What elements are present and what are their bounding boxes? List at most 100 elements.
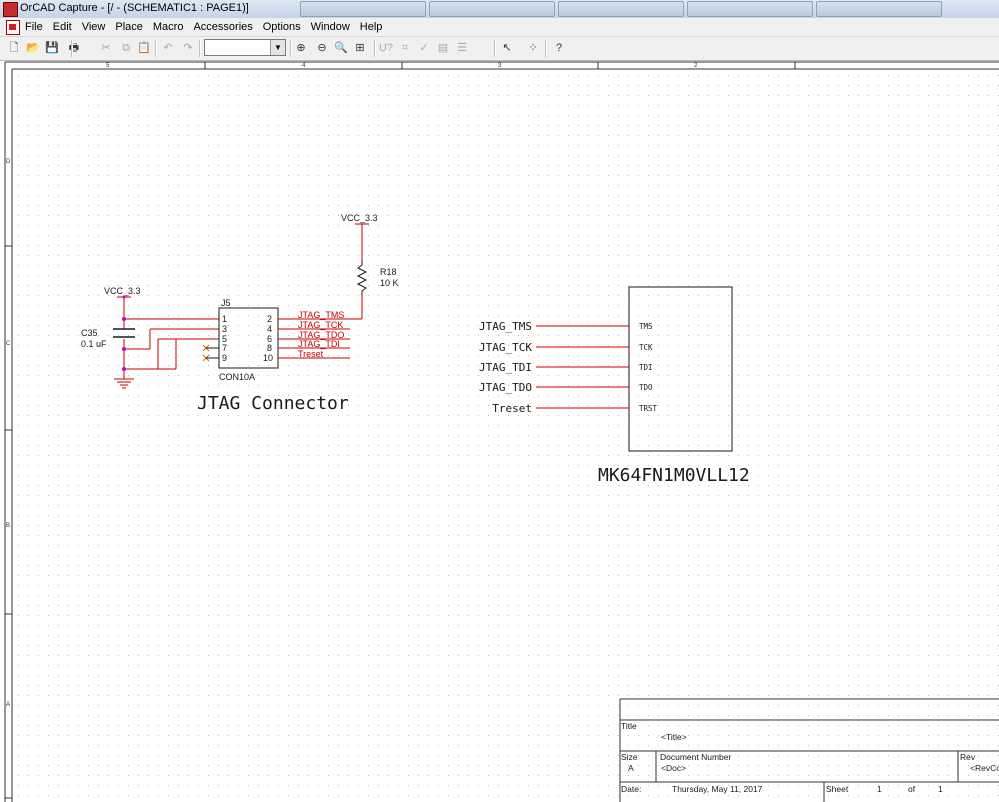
connector-pin-number: 8 [267,343,272,353]
cross-reference-icon[interactable]: ✓ [416,40,432,56]
mcu-pin-name: TDI [639,363,653,372]
resistor-value: 10 K [380,278,399,288]
mcu-part-name: MK64FN1M0VLL12 [598,465,750,486]
rev-label: Rev [960,752,976,762]
browser-tab [558,1,684,17]
connector-ref: J5 [221,298,231,308]
help-icon[interactable]: ? [551,40,567,56]
zoom-in-icon[interactable]: ⊕ [293,40,309,56]
window-title: OrCAD Capture - [/ - (SCHEMATIC1 : PAGE1… [20,2,249,14]
document-number-value: <Doc> [661,763,686,773]
connector-pin-number: 9 [222,353,227,363]
drc-icon[interactable]: ⌗ [397,40,413,56]
of-label: of [908,784,916,794]
toolbar-separator [199,40,201,57]
menu-options[interactable]: Options [258,18,306,36]
connector-pin-number: 2 [267,314,272,324]
toolbar-separator [374,40,376,57]
document-number-label: Document Number [660,752,732,762]
browser-tab [429,1,555,17]
junction-dot [122,367,126,371]
junction-dot [122,317,126,321]
browser-tab [816,1,942,17]
menu-macro[interactable]: Macro [148,18,189,36]
browser-tab [300,1,426,17]
menu-view[interactable]: View [77,18,111,36]
mcu-pin-name: TDO [639,383,653,392]
sheet-value: 1 [877,784,882,794]
net-label[interactable]: JTAG_TMS [298,310,344,320]
schematic-canvas[interactable]: 5 4 3 2 D C B A VCC_3.3 R18 10 K VCC_3.3 [0,61,999,802]
orcad-app-icon[interactable] [3,2,18,17]
size-value: A [628,763,634,773]
sheet-label: Sheet [826,784,849,794]
menu-bar: File Edit View Place Macro Accessories O… [0,18,999,37]
menu-edit[interactable]: Edit [48,18,77,36]
resistor-ref: R18 [380,267,397,277]
zoom-scale-dropdown[interactable]: ▼ [204,39,286,56]
title-value: <Title> [661,732,687,742]
title-label: Title [621,721,637,731]
net-label[interactable]: JTAG_TCK [298,320,343,330]
capacitor-value: 0.1 uF [81,339,107,349]
document-icon[interactable] [6,20,20,35]
copy-icon[interactable]: ⧉ [118,40,134,56]
bom-icon[interactable]: ☰ [454,40,470,56]
browser-tab [687,1,813,17]
grid [12,69,999,802]
zone-label-left: C [6,341,11,347]
schematic-page[interactable]: 5 4 3 2 D C B A VCC_3.3 R18 10 K VCC_3.3 [0,61,999,802]
paste-icon[interactable]: 📋 [136,40,152,56]
menu-file[interactable]: File [20,18,48,36]
junction-dot [122,347,126,351]
open-icon[interactable]: 📂 [25,40,41,56]
zone-label-left: A [6,702,10,708]
size-label: Size [621,752,638,762]
undo-icon[interactable]: ↶ [160,40,176,56]
cut-icon[interactable]: ✂ [98,40,114,56]
connector-pin-number: 10 [263,353,273,363]
netlist-icon[interactable]: ▤ [435,40,451,56]
toolbar: 🗋 📂 💾 🖶 ✂ ⧉ 📋 ↶ ↷ ⊕ ⊖ 🔍 ⊞ U? ⌗ ✓ ▤ ☰ ↖ ⁘? ▼ [0,37,999,61]
power-symbol-vcc-c35[interactable]: VCC_3.3 [104,286,141,298]
net-label[interactable]: Treset [298,349,324,359]
redo-icon[interactable]: ↷ [180,40,196,56]
net-label[interactable]: JTAG_TDI [298,339,340,349]
mcu-pin-name: TMS [639,322,653,331]
capacitor-ref: C35 [81,328,98,338]
menu-place[interactable]: Place [110,18,148,36]
menu-window[interactable]: Window [306,18,355,36]
connector-pin-number: 7 [222,343,227,353]
zoom-out-icon[interactable]: ⊖ [314,40,330,56]
connector-pin-number: 1 [222,314,227,324]
power-label-vcc: VCC_3.3 [341,213,378,223]
pointer-icon[interactable]: ↖ [499,40,515,56]
toolbar-separator [71,40,73,57]
mcu-pin-name: TRST [639,404,658,413]
connector-pin-number: 3 [222,324,227,334]
mcu-net-label[interactable]: JTAG_TMS [479,320,532,333]
zoom-area-icon[interactable]: 🔍 [333,40,349,56]
zoom-all-icon[interactable]: ⊞ [352,40,368,56]
toolbar-separator [155,40,157,57]
mcu-pin-name: TCK [639,343,653,352]
power-label-vcc: VCC_3.3 [104,286,141,296]
mcu-net-label[interactable]: Treset [492,402,532,415]
chevron-down-icon[interactable]: ▼ [270,40,285,55]
rev-value: <RevCode> [970,763,999,773]
menu-help[interactable]: Help [355,18,388,36]
connector-caption: JTAG Connector [197,393,349,414]
snap-grid-icon[interactable]: ⁘ [525,40,541,56]
date-value: Thursday, May 11, 2017 [672,784,763,794]
menu-accessories[interactable]: Accessories [188,18,257,36]
zone-label-left: B [6,523,10,529]
mcu-net-label[interactable]: JTAG_TDI [479,361,532,374]
print-icon[interactable]: 🖶 [66,40,82,56]
new-icon[interactable]: 🗋 [6,40,22,56]
mcu-net-label[interactable]: JTAG_TCK [479,341,532,354]
toolbar-separator [494,40,496,57]
mcu-net-label[interactable]: JTAG_TDO [479,381,532,394]
save-icon[interactable]: 💾 [44,40,60,56]
of-value: 1 [938,784,943,794]
annotate-icon[interactable]: U? [378,40,394,56]
